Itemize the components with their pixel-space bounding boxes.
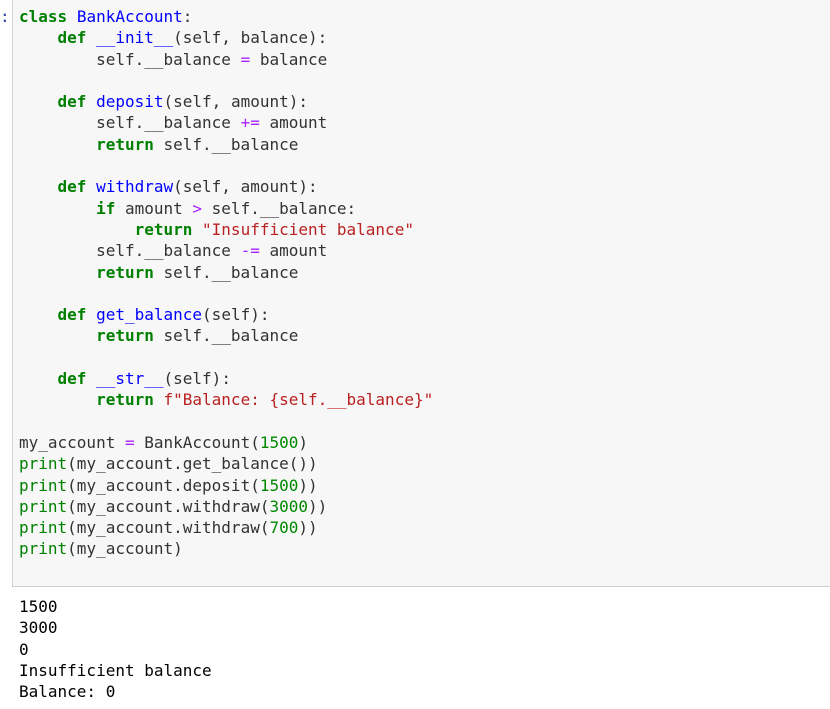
code-line: print(my_account.deposit(1500)) — [19, 475, 318, 495]
code-line: return f"Balance: {self.__balance}" — [96, 390, 434, 410]
output-line: Insufficient balance — [19, 660, 212, 680]
code-editor[interactable]: class BankAccount: def __init__(self, ba… — [19, 6, 433, 560]
code-line: my_account = BankAccount(1500) — [19, 432, 309, 452]
code-line: return self.__balance — [96, 326, 299, 346]
code-line: print(my_account.withdraw(3000)) — [19, 496, 328, 516]
code-line: def deposit(self, amount): — [57, 92, 309, 112]
code-input-cell[interactable]: class BankAccount: def __init__(self, ba… — [12, 0, 830, 587]
cell-prompt-marker: : — [0, 7, 10, 26]
code-line: print(my_account) — [19, 539, 183, 559]
code-line: if amount > self.__balance: — [96, 198, 357, 218]
code-line: return self.__balance — [96, 262, 299, 282]
output-line: 1500 — [19, 597, 58, 616]
code-line: def __init__(self, balance): — [57, 28, 328, 48]
output-line: 3000 — [19, 618, 58, 638]
code-line: def get_balance(self): — [57, 305, 270, 325]
code-line: def __str__(self): — [57, 369, 231, 389]
code-line: return "Insufficient balance" — [134, 219, 414, 239]
code-line: self.__balance = balance — [19, 49, 328, 69]
code-line: print(my_account.get_balance()) — [19, 454, 318, 474]
output-line: Balance: 0 — [19, 682, 116, 702]
cell-output-area: 1500 3000 0 Insufficient balance Balance: 0 — [19, 596, 212, 702]
output-line: 0 — [19, 639, 29, 659]
code-line: self.__balance -= amount — [19, 241, 328, 261]
code-line: return self.__balance — [96, 134, 299, 154]
code-line: class BankAccount: — [19, 7, 193, 26]
code-line: self.__balance += amount — [19, 113, 328, 133]
code-line: def withdraw(self, amount): — [57, 177, 318, 197]
code-line: print(my_account.withdraw(700)) — [19, 518, 318, 538]
